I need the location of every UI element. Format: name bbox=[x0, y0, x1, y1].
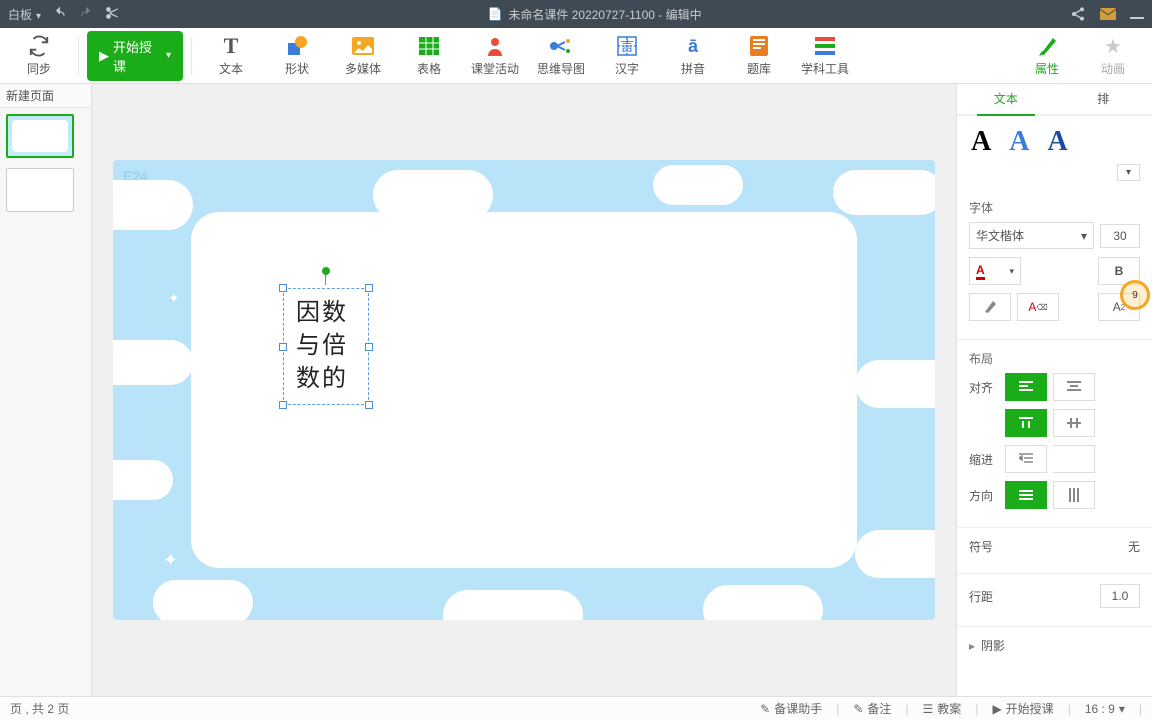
resize-handle[interactable] bbox=[365, 284, 373, 292]
font-preset-1[interactable]: A bbox=[971, 126, 991, 158]
animation-tab[interactable]: ★ 动画 bbox=[1082, 30, 1144, 82]
start-teaching-button[interactable]: ▶开始授课 bbox=[87, 30, 183, 82]
page-info: 页 , 共 2 页 bbox=[10, 700, 69, 717]
valign-top-button[interactable] bbox=[1005, 409, 1047, 437]
hanzi-tool[interactable]: 言 汉字 bbox=[596, 30, 658, 82]
align-left-button[interactable] bbox=[1005, 373, 1047, 401]
annotation-marker: 9 bbox=[1120, 280, 1150, 310]
document-icon bbox=[487, 7, 502, 21]
highlight-button[interactable] bbox=[969, 293, 1011, 321]
font-section-label: 字体 bbox=[969, 199, 1140, 216]
resize-handle[interactable] bbox=[365, 343, 373, 351]
panel-tab-arrange[interactable]: 排 bbox=[1055, 84, 1152, 114]
canvas-area[interactable]: E24 ✦✦✦ 因数与倍数的 bbox=[92, 84, 956, 696]
tools-label: 学科工具 bbox=[801, 60, 849, 77]
preset-more[interactable]: ▾ bbox=[1117, 164, 1140, 181]
align-label: 对齐 bbox=[969, 379, 999, 396]
aspect-ratio[interactable]: 16 : 9 ▾ bbox=[1085, 702, 1125, 716]
bank-label: 题库 bbox=[747, 60, 771, 77]
document-title: 未命名课件 20220727-1100 - 编辑中 bbox=[508, 6, 701, 23]
tools-button[interactable]: 学科工具 bbox=[794, 30, 856, 82]
resize-handle[interactable] bbox=[279, 401, 287, 409]
text-label: 文本 bbox=[219, 60, 243, 77]
align-center-button[interactable] bbox=[1053, 373, 1095, 401]
slide-thumbnail-2[interactable] bbox=[6, 168, 74, 212]
sync-button[interactable]: 同步 bbox=[8, 30, 70, 82]
media-label: 多媒体 bbox=[345, 60, 381, 77]
resize-handle[interactable] bbox=[365, 401, 373, 409]
textbox-content[interactable]: 因数与倍数的 bbox=[296, 297, 356, 396]
svg-text:言: 言 bbox=[620, 38, 634, 54]
undo-button[interactable] bbox=[53, 6, 67, 23]
pinyin-label: 拼音 bbox=[681, 60, 705, 77]
symbol-label: 符号 bbox=[969, 538, 993, 555]
bank-tool[interactable]: 题库 bbox=[728, 30, 790, 82]
mindmap-label: 思维导图 bbox=[537, 60, 585, 77]
symbol-value[interactable]: 无 bbox=[1128, 538, 1140, 555]
share-button[interactable] bbox=[1070, 6, 1086, 22]
indent-decrease-button[interactable] bbox=[1005, 445, 1047, 473]
resize-handle[interactable] bbox=[279, 343, 287, 351]
panel-tab-text[interactable]: 文本 bbox=[957, 84, 1055, 114]
direction-h-button[interactable] bbox=[1005, 481, 1047, 509]
status-bar: 页 , 共 2 页 ✎ 备课助手 | ✎ 备注 | ☰ 教案 | ▶ 开始授课 … bbox=[0, 696, 1152, 720]
media-tool[interactable]: 多媒体 bbox=[332, 30, 394, 82]
plan-button[interactable]: ☰ 教案 bbox=[923, 700, 962, 717]
lineheight-label: 行距 bbox=[969, 588, 993, 605]
properties-panel: 文本 排 A A A ▾ 字体 华文楷体▾ 30 A▾ B 9 A⌫ bbox=[956, 84, 1152, 696]
cut-button[interactable] bbox=[105, 6, 119, 23]
direction-v-button[interactable] bbox=[1053, 481, 1095, 509]
anim-label: 动画 bbox=[1101, 60, 1125, 77]
mail-button[interactable] bbox=[1100, 8, 1116, 20]
layout-section-label: 布局 bbox=[969, 350, 1140, 367]
slide-canvas[interactable]: E24 ✦✦✦ 因数与倍数的 bbox=[113, 160, 935, 620]
rotate-handle[interactable] bbox=[322, 267, 330, 275]
shape-tool[interactable]: 形状 bbox=[266, 30, 328, 82]
start-status-button[interactable]: ▶ 开始授课 bbox=[992, 700, 1053, 717]
hanzi-label: 汉字 bbox=[615, 60, 639, 77]
font-preset-2[interactable]: A bbox=[1009, 126, 1029, 158]
table-label: 表格 bbox=[417, 60, 441, 77]
clear-format-button[interactable]: A⌫ bbox=[1017, 293, 1059, 321]
font-color-button[interactable]: A▾ bbox=[969, 257, 1021, 285]
new-page-button[interactable]: 新建页面 bbox=[0, 84, 91, 108]
minimize-button[interactable] bbox=[1130, 7, 1144, 21]
table-tool[interactable]: 表格 bbox=[398, 30, 460, 82]
ribbon-toolbar: 同步 ▶开始授课 T 文本 形状 多媒体 表格 课堂活动 思维导图 言 汉字 ā… bbox=[0, 28, 1152, 84]
mindmap-tool[interactable]: 思维导图 bbox=[530, 30, 592, 82]
font-preset-3[interactable]: A bbox=[1047, 126, 1067, 158]
note-button[interactable]: ✎ 备注 bbox=[853, 700, 891, 717]
direction-label: 方向 bbox=[969, 487, 999, 504]
activity-tool[interactable]: 课堂活动 bbox=[464, 30, 526, 82]
font-family-select[interactable]: 华文楷体▾ bbox=[969, 222, 1094, 249]
props-label: 属性 bbox=[1035, 60, 1059, 77]
shadow-label[interactable]: 阴影 bbox=[981, 637, 1005, 654]
sync-label: 同步 bbox=[27, 60, 51, 77]
title-bar: 白板 未命名课件 20220727-1100 - 编辑中 bbox=[0, 0, 1152, 28]
resize-handle[interactable] bbox=[279, 284, 287, 292]
pinyin-tool[interactable]: ā 拼音 bbox=[662, 30, 724, 82]
redo-button[interactable] bbox=[79, 6, 93, 23]
board-menu[interactable]: 白板 bbox=[8, 6, 41, 23]
valign-middle-button[interactable] bbox=[1053, 409, 1095, 437]
text-tool[interactable]: T 文本 bbox=[200, 30, 262, 82]
indent-label: 缩进 bbox=[969, 451, 999, 468]
helper-button[interactable]: ✎ 备课助手 bbox=[760, 700, 822, 717]
slide-thumbnail-1[interactable] bbox=[6, 114, 74, 158]
activity-label: 课堂活动 bbox=[471, 60, 519, 77]
slide-navigator: 新建页面 bbox=[0, 84, 92, 696]
font-size-input[interactable]: 30 bbox=[1100, 224, 1140, 248]
text-box-selected[interactable]: 因数与倍数的 bbox=[283, 288, 369, 405]
lineheight-input[interactable]: 1.0 bbox=[1100, 584, 1140, 608]
shape-label: 形状 bbox=[285, 60, 309, 77]
properties-tab[interactable]: 属性 bbox=[1016, 30, 1078, 82]
